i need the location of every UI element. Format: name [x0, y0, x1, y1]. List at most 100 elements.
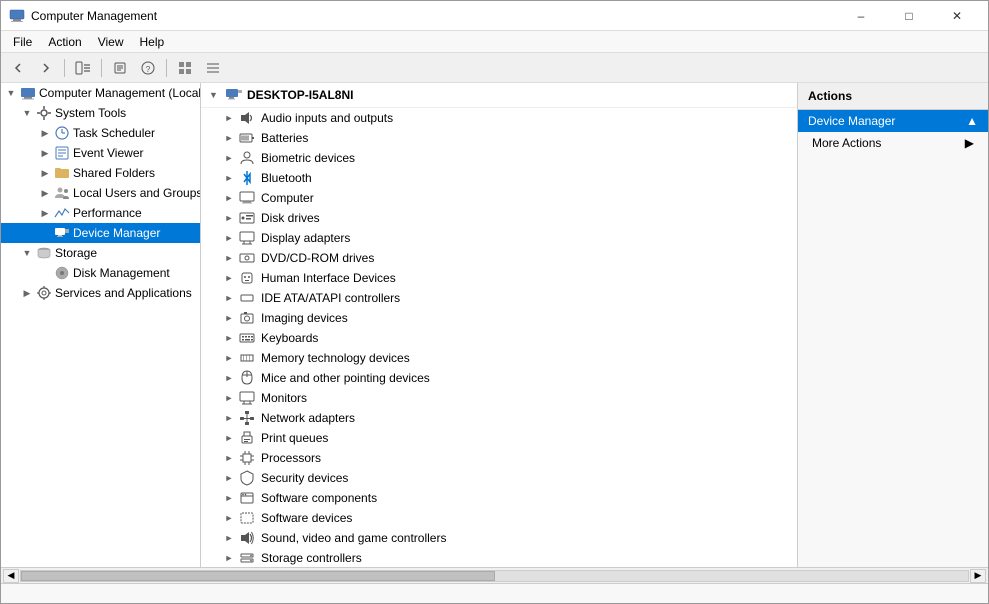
tree-event-viewer[interactable]: ▶ Event Viewer: [1, 143, 200, 163]
system-tools-label: System Tools: [53, 106, 126, 120]
device-item[interactable]: ►Audio inputs and outputs: [201, 108, 797, 128]
task-scheduler-label: Task Scheduler: [71, 126, 155, 140]
scroll-left-button[interactable]: ◀: [3, 569, 19, 583]
device-label: Network adapters: [257, 411, 355, 425]
device-icon-sound: [237, 530, 257, 546]
device-item[interactable]: ►DVD/CD-ROM drives: [201, 248, 797, 268]
device-item[interactable]: ►Disk drives: [201, 208, 797, 228]
secondary-action-item[interactable]: More Actions ▶: [798, 132, 988, 154]
minimize-button[interactable]: –: [838, 2, 884, 30]
shared-folders-icon: [53, 165, 71, 181]
show-hide-tree-button[interactable]: [70, 56, 96, 80]
storage-icon: [35, 245, 53, 261]
device-item[interactable]: ►Imaging devices: [201, 308, 797, 328]
tree-root[interactable]: ▼ Computer Management (Local: [1, 83, 200, 103]
toolbar-separator-1: [64, 59, 65, 77]
computer-header-icon: [225, 87, 243, 103]
device-item[interactable]: ►Memory technology devices: [201, 348, 797, 368]
device-expand-arrow: ►: [221, 553, 237, 563]
window-controls: – □ ✕: [838, 2, 980, 30]
system-tools-icon: [35, 105, 53, 121]
toolbar: ?: [1, 53, 988, 83]
device-item[interactable]: ►Display adapters: [201, 228, 797, 248]
tree-performance[interactable]: ▶ Performance: [1, 203, 200, 223]
device-item[interactable]: ►Human Interface Devices: [201, 268, 797, 288]
menu-help[interactable]: Help: [132, 33, 173, 51]
device-expand-arrow: ►: [221, 533, 237, 543]
title-bar-left: Computer Management: [9, 8, 157, 24]
help-button[interactable]: ?: [135, 56, 161, 80]
scroll-right-button[interactable]: ▶: [970, 569, 986, 583]
device-item[interactable]: ► Sound, video and game controllers: [201, 528, 797, 548]
device-item[interactable]: ►Processors: [201, 448, 797, 468]
device-item[interactable]: ► Batteries: [201, 128, 797, 148]
menu-bar: File Action View Help: [1, 31, 988, 53]
performance-icon: [53, 205, 71, 221]
device-item[interactable]: ►Software components: [201, 488, 797, 508]
device-icon-display: [237, 230, 257, 246]
device-icon-processor: [237, 450, 257, 466]
device-item[interactable]: ►Keyboards: [201, 328, 797, 348]
device-list: ►Audio inputs and outputs ► Batteries ►Biom…: [201, 108, 797, 567]
device-label: Security devices: [257, 471, 348, 485]
device-item[interactable]: ►Print queues: [201, 428, 797, 448]
device-manager-icon: [53, 225, 71, 241]
device-label: Imaging devices: [257, 311, 348, 325]
device-item[interactable]: ►Network adapters: [201, 408, 797, 428]
title-bar: Computer Management – □ ✕: [1, 1, 988, 31]
device-item[interactable]: ►Monitors: [201, 388, 797, 408]
horizontal-scrollbar-area: ◀ ▶: [1, 567, 988, 583]
device-label: Storage controllers: [257, 551, 362, 565]
root-expand-arrow: ▼: [3, 88, 19, 98]
system-tools-arrow: ▼: [19, 108, 35, 118]
device-item[interactable]: ►Software devices: [201, 508, 797, 528]
device-icon-hid: [237, 270, 257, 286]
task-scheduler-icon: [53, 125, 71, 141]
device-icon-print: [237, 430, 257, 446]
tree-system-tools[interactable]: ▼ System Tools: [1, 103, 200, 123]
device-item[interactable]: ►Biometric devices: [201, 148, 797, 168]
maximize-button[interactable]: □: [886, 2, 932, 30]
tree-local-users[interactable]: ▶ Local Users and Groups: [1, 183, 200, 203]
tree-shared-folders[interactable]: ▶ Shared Folders: [1, 163, 200, 183]
event-viewer-icon: [53, 145, 71, 161]
scroll-track[interactable]: [20, 570, 969, 582]
tree-services[interactable]: ▶ Services and Applications: [1, 283, 200, 303]
local-users-icon: [53, 185, 71, 201]
back-button[interactable]: [5, 56, 31, 80]
device-item[interactable]: ►Mice and other pointing devices: [201, 368, 797, 388]
device-label: Batteries: [257, 131, 308, 145]
device-item[interactable]: ►Security devices: [201, 468, 797, 488]
grid2-button[interactable]: [200, 56, 226, 80]
main-window: Computer Management – □ ✕ File Action Vi…: [0, 0, 989, 604]
left-panel: ▼ Computer Management (Local ▼ System To…: [1, 83, 201, 567]
device-item[interactable]: ►Bluetooth: [201, 168, 797, 188]
device-label: Sound, video and game controllers: [257, 531, 446, 545]
primary-action-item[interactable]: Device Manager ▲: [798, 110, 988, 132]
tree-device-manager[interactable]: Device Manager: [1, 223, 200, 243]
menu-file[interactable]: File: [5, 33, 40, 51]
menu-action[interactable]: Action: [40, 33, 89, 51]
tree-task-scheduler[interactable]: ▶ Task Scheduler: [1, 123, 200, 143]
close-button[interactable]: ✕: [934, 2, 980, 30]
grid1-button[interactable]: [172, 56, 198, 80]
properties-button[interactable]: [107, 56, 133, 80]
device-icon-monitor: [237, 390, 257, 406]
event-viewer-label: Event Viewer: [71, 146, 143, 160]
device-item[interactable]: ►Computer: [201, 188, 797, 208]
device-icon-battery: [237, 130, 257, 146]
menu-view[interactable]: View: [90, 33, 132, 51]
device-expand-arrow: ►: [221, 133, 237, 143]
device-item[interactable]: ►IDE ATA/ATAPI controllers: [201, 288, 797, 308]
forward-button[interactable]: [33, 56, 59, 80]
device-icon-imaging: [237, 310, 257, 326]
device-expand-arrow: ►: [221, 513, 237, 523]
device-label: IDE ATA/ATAPI controllers: [257, 291, 400, 305]
tree-disk-management[interactable]: Disk Management: [1, 263, 200, 283]
device-icon-memory: [237, 350, 257, 366]
storage-arrow: ▼: [19, 248, 35, 258]
storage-label: Storage: [53, 246, 97, 260]
tree-storage[interactable]: ▼ Storage: [1, 243, 200, 263]
device-icon-security: [237, 470, 257, 486]
device-item[interactable]: ► Storage controllers: [201, 548, 797, 567]
